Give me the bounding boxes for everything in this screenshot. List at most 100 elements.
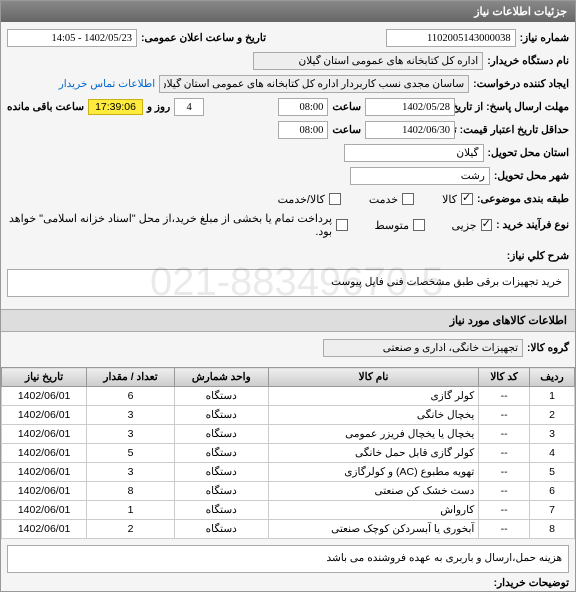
buyer-org-field [253,52,483,70]
table-row[interactable]: 5--تهویه مطبوع (AC) و کولرگازیدستگاه3140… [2,463,575,482]
cell-date: 1402/06/01 [2,463,87,482]
cell-name: کولر گازی قابل حمل خانگی [268,444,479,463]
cell-code: -- [479,406,530,425]
cell-code: -- [479,463,530,482]
time-label-1: ساعت [332,101,361,113]
table-row[interactable]: 4--کولر گازی قابل حمل خانگیدستگاه51402/0… [2,444,575,463]
category-goods-service-checkbox[interactable] [329,193,341,205]
delivery-province-field[interactable] [344,144,484,162]
cell-name: تهویه مطبوع (AC) و کولرگازی [268,463,479,482]
cell-qty: 3 [87,425,175,444]
cell-code: -- [479,387,530,406]
table-row[interactable]: 2--یخچال خانگیدستگاه31402/06/01 [2,406,575,425]
cell-date: 1402/06/01 [2,387,87,406]
announce-date-field[interactable] [7,29,137,47]
valid-until-time[interactable] [278,121,328,139]
cell-name: کولر گازی [268,387,479,406]
cell-date: 1402/06/01 [2,482,87,501]
purchase-type-label: نوع فرآیند خرید : [496,219,569,231]
countdown-timer: 17:39:06 [88,99,143,115]
pt-medium-checkbox[interactable] [413,219,424,231]
cell-row: 1 [529,387,574,406]
delivery-city-label: شهر محل تحویل: [494,170,569,182]
cell-date: 1402/06/01 [2,520,87,539]
cell-unit: دستگاه [174,444,268,463]
need-number-label: شماره نیاز: [520,32,569,44]
cell-date: 1402/06/01 [2,425,87,444]
category-goods-label: کالا [442,193,457,206]
category-label: طبقه بندی موضوعی: [477,193,569,205]
cell-unit: دستگاه [174,387,268,406]
valid-until-label: حداقل تاریخ اعتبار قیمت: تا تاریخ: [459,124,569,136]
panel-title: جزئیات اطلاعات نیاز [1,1,575,22]
valid-until-date[interactable] [365,121,455,139]
cell-row: 8 [529,520,574,539]
cell-date: 1402/06/01 [2,406,87,425]
need-desc-box: خرید تجهیزات برقی طبق مشخصات فنی فایل پی… [7,269,569,297]
category-service-checkbox[interactable] [402,193,414,205]
cell-qty: 2 [87,520,175,539]
cell-code: -- [479,482,530,501]
table-row[interactable]: 3--یخچال یا یخچال فریزر عمومیدستگاه31402… [2,425,575,444]
need-number-field[interactable] [386,29,516,47]
time-label-2: ساعت [332,124,361,136]
delivery-province-label: استان محل تحویل: [488,147,569,159]
cell-code: -- [479,425,530,444]
cell-qty: 5 [87,444,175,463]
day-label: روز و [147,101,170,113]
pt-small-label: جزیی [451,219,476,232]
details-panel: جزئیات اطلاعات نیاز شماره نیاز: تاریخ و … [0,0,576,592]
cell-name: یخچال یا یخچال فریزر عمومی [268,425,479,444]
cell-name: آبخوری یا آبسردکن کوچک صنعتی [268,520,479,539]
category-goods-checkbox[interactable] [461,193,473,205]
requester-field [159,75,469,93]
col-qty: تعداد / مقدار [87,368,175,387]
buyer-contact-link[interactable]: اطلاعات تماس خریدار [59,78,155,90]
deadline-from-date[interactable] [365,98,455,116]
col-unit: واحد شمارش [174,368,268,387]
cell-unit: دستگاه [174,501,268,520]
requester-label: ایجاد کننده درخواست: [473,78,569,90]
cell-unit: دستگاه [174,425,268,444]
table-row[interactable]: 8--آبخوری یا آبسردکن کوچک صنعتیدستگاه214… [2,520,575,539]
col-code: کد کالا [479,368,530,387]
buyer-org-label: نام دستگاه خریدار: [487,55,569,67]
cell-code: -- [479,444,530,463]
cell-date: 1402/06/01 [2,501,87,520]
goods-group-field [323,339,523,357]
delivery-city-field[interactable] [350,167,490,185]
days-left-field [174,98,204,116]
deadline-from-time[interactable] [278,98,328,116]
pt-note-label: پرداخت تمام یا بخشی از مبلغ خرید،از محل … [7,212,332,238]
cell-code: -- [479,520,530,539]
cell-unit: دستگاه [174,463,268,482]
cell-row: 4 [529,444,574,463]
cell-qty: 3 [87,463,175,482]
announce-label: تاریخ و ساعت اعلان عمومی: [141,32,266,44]
cell-qty: 3 [87,406,175,425]
category-goods-service-label: کالا/خدمت [278,193,325,206]
cell-unit: دستگاه [174,520,268,539]
cell-name: یخچال خانگی [268,406,479,425]
buyer-notes-box: هزینه حمل،ارسال و باربری به عهده فروشنده… [7,545,569,573]
cell-row: 6 [529,482,574,501]
category-service-label: خدمت [369,193,398,206]
pt-note-checkbox[interactable] [336,219,347,231]
col-date: تاریخ نیاز [2,368,87,387]
pt-small-checkbox[interactable] [481,219,492,231]
table-row[interactable]: 1--کولر گازیدستگاه61402/06/01 [2,387,575,406]
remaining-label: ساعت باقی مانده [7,101,84,113]
table-row[interactable]: 6--دست خشک کن صنعتیدستگاه81402/06/01 [2,482,575,501]
buyer-notes-label: توضیحات خریدار: [494,577,569,589]
col-name: نام کالا [268,368,479,387]
goods-section-title: اطلاعات کالاهای مورد نیاز [1,309,575,332]
cell-qty: 1 [87,501,175,520]
need-desc-label: شرح کلي نیاز: [507,250,569,262]
cell-name: دست خشک کن صنعتی [268,482,479,501]
deadline-from-label: مهلت ارسال پاسخ: از تاریخ: [459,101,569,113]
items-table: ردیف کد کالا نام کالا واحد شمارش تعداد /… [1,367,575,539]
cell-name: کارواش [268,501,479,520]
table-row[interactable]: 7--کارواشدستگاه11402/06/01 [2,501,575,520]
cell-unit: دستگاه [174,482,268,501]
col-row: ردیف [529,368,574,387]
